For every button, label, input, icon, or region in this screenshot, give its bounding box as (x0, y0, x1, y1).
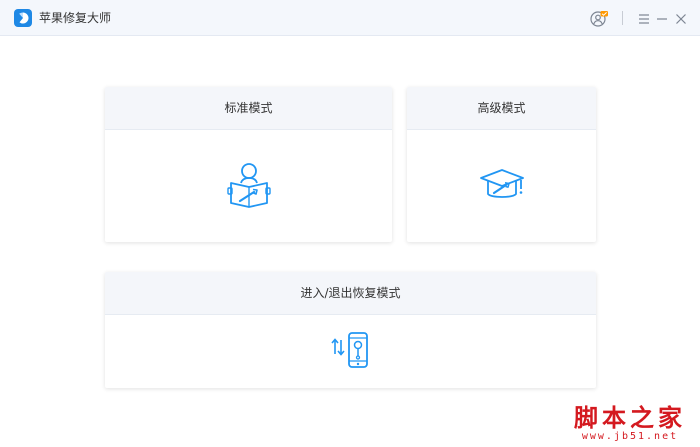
minimize-icon[interactable] (653, 10, 671, 28)
graduation-cap-icon (480, 169, 524, 198)
watermark-url: www.jb51.net (581, 431, 679, 442)
recovery-mode-card[interactable]: 进入/退出恢复模式 (105, 272, 596, 388)
standard-mode-card[interactable]: 标准模式 (105, 87, 392, 242)
menu-icon[interactable] (635, 10, 653, 28)
phone-recovery-icon (331, 332, 368, 368)
watermark: 脚本之家 www.jb51.net (574, 405, 686, 443)
recovery-mode-label: 进入/退出恢复模式 (105, 272, 596, 315)
close-icon[interactable] (672, 10, 690, 28)
app-title: 苹果修复大师 (39, 11, 112, 25)
reader-wrench-icon (227, 163, 271, 208)
user-icon[interactable] (590, 10, 608, 28)
standard-mode-label: 标准模式 (105, 87, 392, 130)
titlebar-separator (622, 11, 623, 25)
watermark-main: 脚本之家 (574, 403, 686, 432)
main-content: 标准模式 高级模式 进入/退出恢复模式 (0, 36, 700, 447)
advanced-mode-label: 高级模式 (407, 87, 596, 130)
advanced-mode-card[interactable]: 高级模式 (407, 87, 596, 242)
app-logo-icon (14, 9, 32, 27)
title-bar: 苹果修复大师 (0, 0, 700, 36)
